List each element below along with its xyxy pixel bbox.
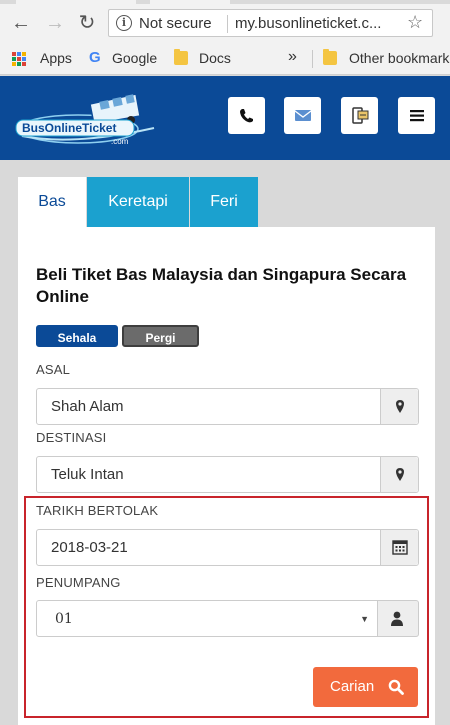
origin-location-addon: [380, 389, 418, 424]
one-way-toggle[interactable]: Sehala: [36, 325, 118, 347]
security-label[interactable]: Not secure: [139, 15, 212, 32]
browser-toolbar: ← → ↻ i Not secure my.busonlineticket.c.…: [0, 4, 450, 42]
tab-keretapi[interactable]: Keretapi: [87, 177, 189, 227]
bookmark-google[interactable]: Google: [112, 50, 157, 66]
destination-label: DESTINASI: [36, 430, 107, 445]
origin-label: ASAL: [36, 362, 71, 377]
back-arrow-icon[interactable]: ←: [10, 10, 32, 36]
map-marker-icon: [396, 468, 404, 481]
phone-button[interactable]: [228, 97, 265, 134]
folder-icon: [323, 49, 337, 65]
logo-text: BusOnlineTicket: [22, 121, 116, 135]
page-title: Beli Tiket Bas Malaysia dan Singapura Se…: [36, 265, 407, 306]
bookmark-apps[interactable]: Apps: [40, 50, 72, 66]
origin-value[interactable]: Shah Alam: [51, 398, 124, 415]
forward-arrow-icon[interactable]: →: [44, 10, 66, 36]
envelope-icon: [294, 110, 312, 121]
bookmarks-divider: [312, 50, 313, 68]
star-icon[interactable]: ☆: [407, 12, 423, 33]
address-bar[interactable]: i Not secure my.busonlineticket.c... ☆: [108, 9, 433, 37]
highlight-box: [24, 496, 429, 718]
apps-grid-icon[interactable]: [12, 52, 27, 67]
email-button[interactable]: [284, 97, 321, 134]
mobile-ticket-button[interactable]: [341, 97, 378, 134]
bookmarks-bar: Apps G Google Docs » Other bookmark: [0, 42, 450, 75]
url-text[interactable]: my.busonlineticket.c...: [235, 15, 381, 32]
bookmark-docs[interactable]: Docs: [199, 50, 231, 66]
round-trip-toggle[interactable]: Pergi Balik: [122, 325, 199, 367]
hamburger-menu-icon: [410, 110, 424, 122]
busonlineticket-logo[interactable]: BusOnlineTicket .com: [14, 86, 172, 148]
bookmark-other[interactable]: Other bookmark: [349, 50, 449, 66]
map-marker-icon: [396, 400, 404, 413]
reload-icon[interactable]: ↻: [76, 10, 98, 36]
destination-value[interactable]: Teluk Intan: [51, 466, 124, 483]
destination-input[interactable]: Teluk Intan: [36, 456, 419, 493]
destination-location-addon: [380, 457, 418, 492]
hamburger-menu-button[interactable]: [398, 97, 435, 134]
bookmarks-overflow-button[interactable]: »: [288, 48, 297, 66]
phone-icon: [240, 109, 253, 123]
logo-sub: .com: [111, 137, 129, 146]
tab-feri[interactable]: Feri: [190, 177, 258, 227]
mobile-ticket-icon: [352, 107, 369, 124]
site-header: BusOnlineTicket .com: [0, 76, 450, 160]
origin-input[interactable]: Shah Alam: [36, 388, 419, 425]
google-icon: G: [89, 49, 101, 66]
tab-bas[interactable]: Bas: [18, 177, 86, 227]
info-icon[interactable]: i: [116, 15, 132, 31]
folder-icon: [174, 49, 188, 65]
omnibox-divider: [227, 15, 228, 33]
